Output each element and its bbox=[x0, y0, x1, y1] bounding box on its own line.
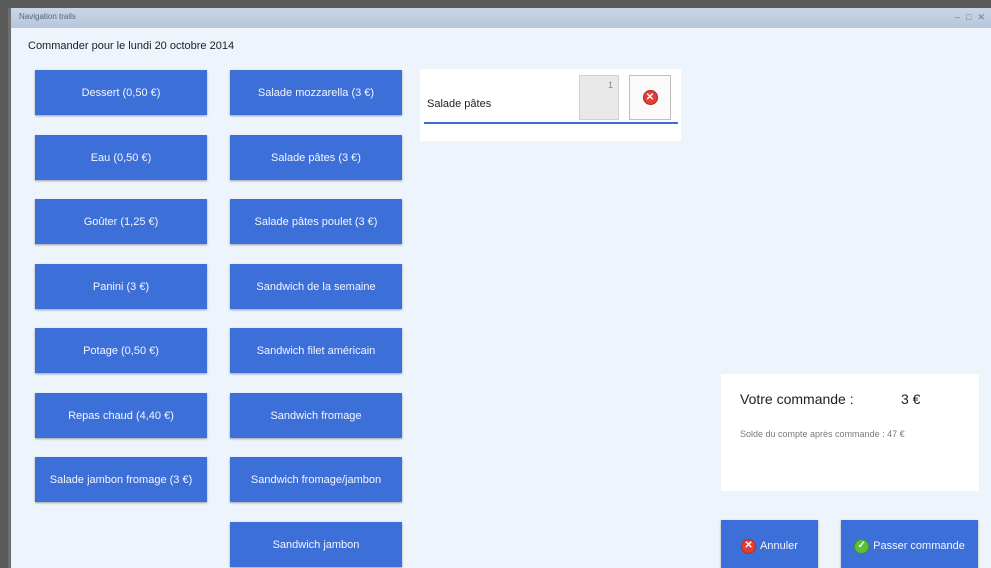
order-item-underline bbox=[424, 122, 678, 124]
order-total-value: 3 € bbox=[901, 391, 921, 407]
maximize-icon[interactable]: □ bbox=[966, 11, 971, 23]
order-item-name: Salade pâtes bbox=[427, 98, 492, 110]
product-button-salade-pates-poulet[interactable]: Salade pâtes poulet (3 €) bbox=[230, 199, 402, 244]
app-window: Navigation trails – □ ✕ Commander pour l… bbox=[8, 8, 991, 568]
window-controls: – □ ✕ bbox=[955, 11, 985, 23]
quantity-field[interactable]: 1 bbox=[579, 75, 619, 120]
quantity-value: 1 bbox=[607, 80, 613, 90]
window-title: Navigation trails bbox=[19, 12, 76, 21]
order-line-item: Salade pâtes 1 ✕ bbox=[420, 69, 681, 141]
product-button-repas-chaud[interactable]: Repas chaud (4,40 €) bbox=[35, 393, 207, 438]
remove-item-button[interactable]: ✕ bbox=[629, 75, 671, 120]
product-button-sandwich-fromage-jambon[interactable]: Sandwich fromage/jambon bbox=[230, 457, 402, 502]
product-button-eau[interactable]: Eau (0,50 €) bbox=[35, 135, 207, 180]
product-button-sandwich-jambon[interactable]: Sandwich jambon bbox=[230, 522, 402, 567]
product-button-salade-mozzarella[interactable]: Salade mozzarella (3 €) bbox=[230, 70, 402, 115]
order-summary: Votre commande : 3 € Solde du compte apr… bbox=[721, 374, 979, 491]
balance-after-order: Solde du compte après commande : 47 € bbox=[740, 429, 905, 439]
page-title: Commander pour le lundi 20 octobre 2014 bbox=[28, 40, 235, 52]
cancel-button-label: Annuler bbox=[760, 540, 798, 552]
product-button-potage[interactable]: Potage (0,50 €) bbox=[35, 328, 207, 373]
remove-icon: ✕ bbox=[642, 90, 658, 105]
check-icon: ✓ bbox=[854, 538, 870, 554]
cancel-button[interactable]: ✕ Annuler bbox=[721, 520, 818, 568]
product-button-panini[interactable]: Panini (3 €) bbox=[35, 264, 207, 309]
product-button-salade-jambon-fromage[interactable]: Salade jambon fromage (3 €) bbox=[35, 457, 207, 502]
close-icon[interactable]: ✕ bbox=[977, 11, 985, 23]
submit-order-button[interactable]: ✓ Passer commande bbox=[841, 520, 978, 568]
cancel-icon: ✕ bbox=[741, 538, 757, 554]
title-bar: Navigation trails – □ ✕ bbox=[11, 8, 991, 28]
order-total-label: Votre commande : bbox=[740, 391, 854, 407]
product-button-sandwich-semaine[interactable]: Sandwich de la semaine bbox=[230, 264, 402, 309]
product-button-dessert[interactable]: Dessert (0,50 €) bbox=[35, 70, 207, 115]
product-button-sandwich-fromage[interactable]: Sandwich fromage bbox=[230, 393, 402, 438]
product-button-sandwich-filet-americain[interactable]: Sandwich filet américain bbox=[230, 328, 402, 373]
submit-order-label: Passer commande bbox=[873, 540, 965, 552]
minimize-icon[interactable]: – bbox=[955, 11, 960, 23]
product-button-salade-pates[interactable]: Salade pâtes (3 €) bbox=[230, 135, 402, 180]
product-button-gouter[interactable]: Goûter (1,25 €) bbox=[35, 199, 207, 244]
